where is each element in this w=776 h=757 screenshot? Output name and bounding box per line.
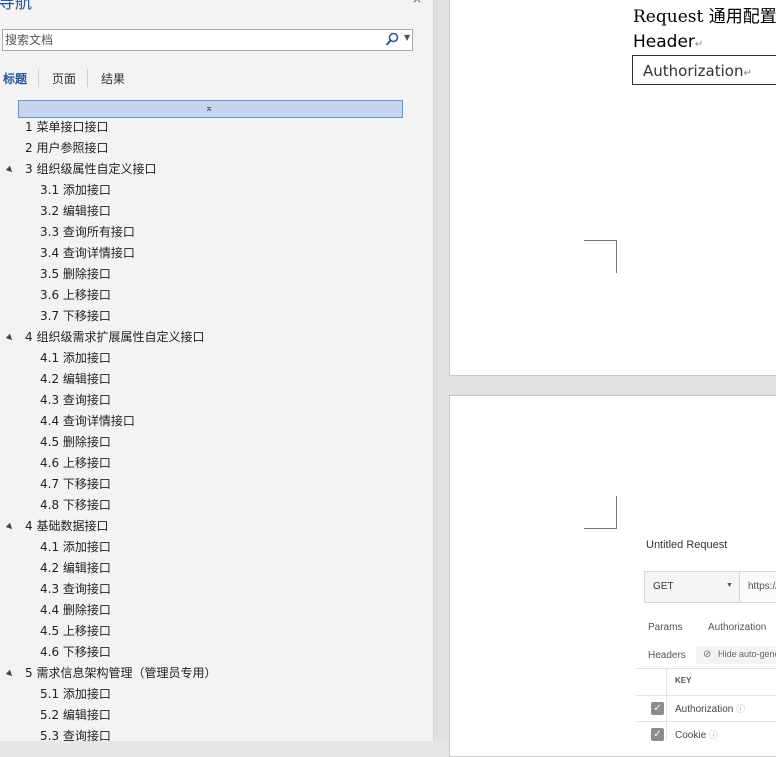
tree-item-label: 4.6 下移接口 xyxy=(40,645,111,659)
eye-off-icon: ⊘ xyxy=(703,649,712,660)
tree-item-label: 4.2 编辑接口 xyxy=(40,561,111,575)
method-label: GET xyxy=(653,581,674,592)
tree-item-label: 5.1 添加接口 xyxy=(40,687,111,701)
tree-item-label: 4.5 删除接口 xyxy=(40,435,111,449)
collapse-up-icon: ⌅ xyxy=(205,103,214,114)
tree-item-label: 4.6 上移接口 xyxy=(40,456,111,470)
expand-arrow-icon[interactable] xyxy=(5,522,15,532)
margin-corner-mark xyxy=(584,240,617,273)
tree-item-label: 3.6 上移接口 xyxy=(40,288,111,302)
doc-heading-header: Header↵ xyxy=(633,32,704,52)
tree-item-label: 3.3 查询所有接口 xyxy=(40,225,135,239)
hide-auto-label: Hide auto-generated xyxy=(718,649,776,659)
request-title: Untitled Request xyxy=(646,539,728,551)
tree-item-label: 4.7 下移接口 xyxy=(40,477,111,491)
search-box[interactable]: ▼ xyxy=(2,29,413,51)
headers-table: KEY ✓ Authorization ⓘ ✓ Cookie ⓘ xyxy=(636,668,776,741)
tree-item-label: 5 需求信息架构管理（管理员专用） xyxy=(25,666,217,680)
table-cell: Authorization↵ xyxy=(632,55,776,85)
tab-divider xyxy=(38,69,39,87)
hide-auto-generated-button: ⊘ Hide auto-generated xyxy=(696,646,776,664)
url-text: https:// xyxy=(748,581,776,592)
tree-item-label: 2 用户参照接口 xyxy=(25,141,109,155)
tree-item-label: 3.4 查询详情接口 xyxy=(40,246,135,260)
key-column-header: KEY xyxy=(675,676,692,685)
tab-headings[interactable]: 标题 xyxy=(3,70,27,87)
checkbox-icon: ✓ xyxy=(651,728,664,741)
header-key: Authorization xyxy=(675,704,734,715)
tree-item-label: 4.1 添加接口 xyxy=(40,540,111,554)
header-key: Cookie xyxy=(675,730,707,741)
checkbox-icon: ✓ xyxy=(651,702,664,715)
method-select: GET ▼ xyxy=(644,571,740,603)
search-icon[interactable] xyxy=(385,32,399,47)
tree-item-label: 4.3 查询接口 xyxy=(40,582,111,596)
table-header-row: KEY xyxy=(636,669,776,696)
tree-item-label: 4 基础数据接口 xyxy=(25,519,109,533)
info-icon: ⓘ xyxy=(736,704,746,714)
expand-arrow-icon[interactable] xyxy=(5,333,15,343)
tab-pages[interactable]: 页面 xyxy=(52,70,76,87)
tab-divider xyxy=(87,69,88,87)
tree-item-label: 4.5 上移接口 xyxy=(40,624,111,638)
headers-label: Headers xyxy=(648,650,686,661)
expand-arrow-icon[interactable] xyxy=(5,669,15,679)
tree-item-label: 3 组织级属性自定义接口 xyxy=(25,162,157,176)
tree-item-label: 3.2 编辑接口 xyxy=(40,204,111,218)
tree-item-label: 3.7 下移接口 xyxy=(40,309,111,323)
margin-corner-mark xyxy=(584,496,617,529)
tab-results[interactable]: 结果 xyxy=(101,70,125,87)
navigation-title: 导航 xyxy=(0,0,32,13)
tab-params: Params xyxy=(648,622,683,633)
tree-item-label: 3.1 添加接口 xyxy=(40,183,111,197)
tree-item-label: 4.3 查询接口 xyxy=(40,393,111,407)
tree-item-label: 4.2 编辑接口 xyxy=(40,372,111,386)
doc-heading-request: Request 通用配置↵ xyxy=(633,7,776,27)
expand-arrow-icon[interactable] xyxy=(5,165,15,175)
tree-item-label: 4.8 下移接口 xyxy=(40,498,111,512)
tree-item-label: 3.5 删除接口 xyxy=(40,267,111,281)
embedded-screenshot: Untitled Request GET ▼ https:// Params A… xyxy=(636,536,776,741)
collapse-all-bar[interactable]: ⌅ xyxy=(18,100,403,118)
navigation-pane: 导航 × ▼ 标题 页面 结果 ⌅ 1 菜单接口接口 2 用户参照接口 3 组织级属… xyxy=(0,0,434,741)
tree-item-label: 5.2 编辑接口 xyxy=(40,708,111,722)
tree-item-label: 1 菜单接口接口 xyxy=(25,120,109,134)
chevron-down-icon: ▼ xyxy=(726,582,733,589)
tree-item-label: 4 组织级需求扩展属性自定义接口 xyxy=(25,330,205,344)
close-icon[interactable]: × xyxy=(412,0,422,6)
table-row: ✓ Authorization ⓘ xyxy=(636,695,776,722)
document-page: Request 通用配置↵ Header↵ Authorization↵ xyxy=(449,0,776,376)
table-row: ✓ Cookie ⓘ xyxy=(636,721,776,741)
tab-authorization: Authorization xyxy=(708,622,767,633)
chevron-down-icon[interactable]: ▼ xyxy=(404,33,410,42)
url-field: https:// xyxy=(740,571,776,603)
tree-item-label: 5.3 查询接口 xyxy=(40,729,111,741)
cell-authorization: Authorization xyxy=(643,62,744,80)
info-icon: ⓘ xyxy=(708,730,718,740)
search-input[interactable] xyxy=(5,32,375,48)
tree-item-label: 4.1 添加接口 xyxy=(40,351,111,365)
tree-item-label: 4.4 删除接口 xyxy=(40,603,111,617)
tree-item-label: 4.4 查询详情接口 xyxy=(40,414,135,428)
